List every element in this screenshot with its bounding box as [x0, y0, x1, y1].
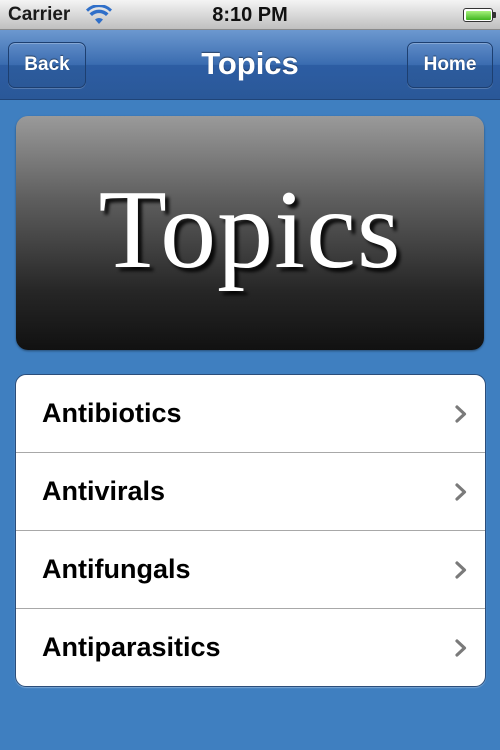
chevron-right-icon — [455, 561, 467, 579]
navigation-bar: Back Topics Home — [0, 30, 500, 100]
list-item-antibiotics[interactable]: Antibiotics — [16, 375, 485, 453]
home-button[interactable]: Home — [407, 42, 493, 88]
chevron-right-icon — [455, 483, 467, 501]
list-item-label: Antibiotics — [42, 398, 182, 428]
chevron-right-icon — [455, 639, 467, 657]
list-item-label: Antiparasitics — [42, 632, 221, 662]
topic-list: Antibiotics Antivirals Antifungals Antip… — [15, 374, 486, 687]
chevron-right-icon — [455, 405, 467, 423]
list-item-antiparasitics[interactable]: Antiparasitics — [16, 609, 485, 686]
banner-title: Topics — [98, 167, 402, 292]
battery-icon — [463, 8, 496, 22]
list-item-antifungals[interactable]: Antifungals — [16, 531, 485, 609]
list-item-label: Antivirals — [42, 476, 166, 506]
status-bar: Carrier 8:10 PM — [0, 0, 500, 30]
topics-banner: Topics — [16, 116, 484, 350]
list-item-label: Antifungals — [42, 554, 191, 584]
list-item-antivirals[interactable]: Antivirals — [16, 453, 485, 531]
status-time: 8:10 PM — [212, 4, 288, 26]
